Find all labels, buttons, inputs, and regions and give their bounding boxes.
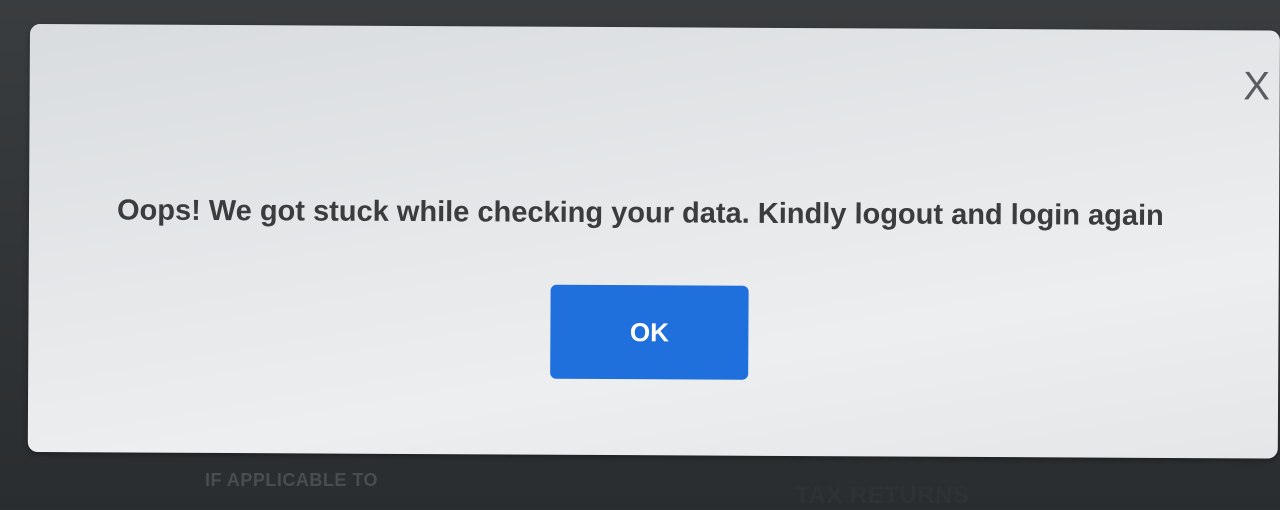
close-icon[interactable]: X xyxy=(1240,64,1274,108)
ok-button[interactable]: OK xyxy=(550,284,749,380)
error-message: Oops! We got stuck while checking your d… xyxy=(116,194,1164,232)
background-text-right: TAX RETURNS xyxy=(795,482,970,509)
error-dialog: X Oops! We got stuck while checking your… xyxy=(27,24,1280,459)
background-text-left: IF APPLICABLE TO xyxy=(205,470,379,490)
